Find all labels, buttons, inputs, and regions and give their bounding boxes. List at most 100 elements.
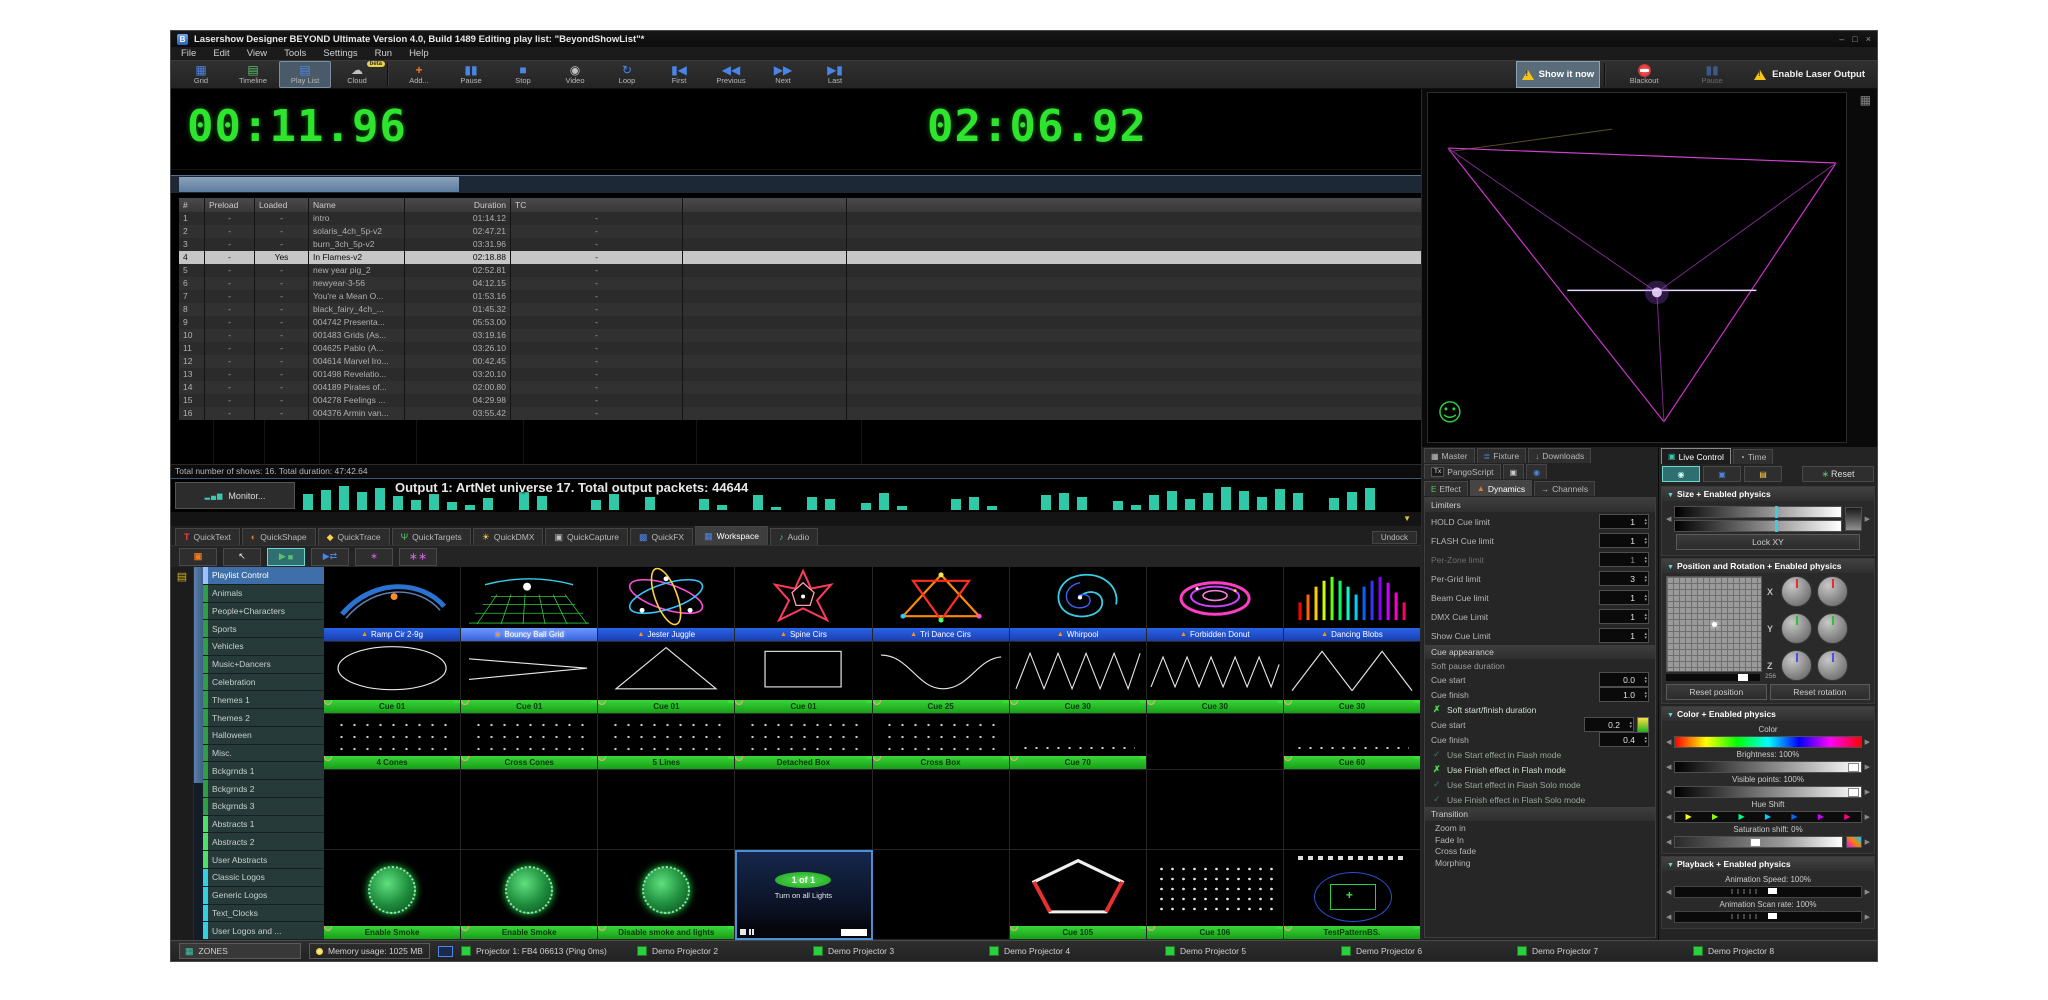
- cue-cell[interactable]: Cue 105: [1010, 850, 1147, 940]
- cue-cell[interactable]: Cue 30: [1284, 642, 1421, 714]
- transition-item[interactable]: Cross fade: [1425, 846, 1655, 858]
- pause-mini-icon[interactable]: [749, 929, 754, 935]
- collapse-arrow-icon[interactable]: ▼: [1403, 515, 1411, 523]
- cue-cell[interactable]: 5 Lines: [598, 714, 735, 770]
- cue-cell[interactable]: Cue 60: [1284, 714, 1421, 770]
- projector-status[interactable]: Demo Projector 8: [1693, 946, 1869, 956]
- quick-tab[interactable]: ◆ QuickTrace: [318, 528, 390, 545]
- limiter-spinner[interactable]: 1 ▴▾: [1599, 628, 1649, 643]
- limiter-spinner[interactable]: 1 ▴▾: [1599, 609, 1649, 624]
- saturation-slider[interactable]: [1674, 836, 1842, 848]
- category-scrollbar[interactable]: [194, 567, 203, 940]
- quick-tab[interactable]: ▣ QuickCapture: [545, 528, 627, 545]
- toolbar-button[interactable]: ↻ Loop: [601, 61, 653, 88]
- cue-cell[interactable]: Enable Smoke: [324, 850, 461, 940]
- transition-item[interactable]: Morphing: [1425, 858, 1655, 870]
- cue-cell[interactable]: 4 Cones: [324, 714, 461, 770]
- category-item[interactable]: Celebration: [203, 674, 324, 692]
- pause-output-button[interactable]: ▮▮ Pause: [1678, 61, 1746, 88]
- toggle-mode-button[interactable]: ▶⇄: [311, 548, 349, 566]
- cue-cell[interactable]: Cue 30: [1147, 642, 1284, 714]
- cue-cell[interactable]: + TestPatternBS.: [1284, 850, 1421, 940]
- category-item[interactable]: Generic Logos: [203, 887, 324, 905]
- lock-xy-button[interactable]: Lock XY: [1676, 534, 1860, 550]
- live-layers-button[interactable]: ▤: [1744, 466, 1782, 482]
- color-slider[interactable]: [1674, 736, 1861, 748]
- playlist-row[interactable]: 8 - - black_fairy_4ch_... 01:45.32 -: [179, 303, 1421, 316]
- cue-cell[interactable]: Enable Smoke: [461, 850, 598, 940]
- tab-live-control[interactable]: ▣ Live Control: [1661, 448, 1731, 464]
- playlist-row[interactable]: 14 - - 004189 Pirates of... 02:00.80 -: [179, 381, 1421, 394]
- playlist-row[interactable]: 6 - - newyear-3-56 04:12.15 -: [179, 277, 1421, 290]
- cue-finish-spinner2[interactable]: 0.4▴▾: [1599, 732, 1649, 747]
- cue-cell[interactable]: Cue 70: [1010, 714, 1147, 770]
- limiter-spinner[interactable]: 1 ▴▾: [1599, 514, 1649, 529]
- cue-cell[interactable]: Cross Box: [873, 714, 1010, 770]
- projector-status[interactable]: Demo Projector 3: [813, 946, 989, 956]
- live-globe-button[interactable]: ◉: [1662, 466, 1700, 482]
- reset-rotation-button[interactable]: Reset rotation: [1770, 684, 1871, 700]
- select-cursor-button[interactable]: ↖: [223, 548, 261, 566]
- flash-mode-checkbox[interactable]: Use Start effect in Flash Solo mode: [1425, 777, 1655, 792]
- cue-cell[interactable]: Cue 30: [1010, 642, 1147, 714]
- category-item[interactable]: Sports: [203, 620, 324, 638]
- category-item[interactable]: Halloween: [203, 727, 324, 745]
- cue-cell[interactable]: Cue 01: [461, 642, 598, 714]
- cue-cell[interactable]: [598, 770, 735, 850]
- category-item[interactable]: Vehicles: [203, 638, 324, 656]
- cue-cell[interactable]: [1010, 770, 1147, 850]
- zones-button[interactable]: ▦ ZONES: [179, 943, 301, 959]
- projector-status[interactable]: Demo Projector 4: [989, 946, 1165, 956]
- category-item[interactable]: Music+Dancers: [203, 656, 324, 674]
- limiter-spinner[interactable]: 1 ▴▾: [1599, 590, 1649, 605]
- category-item[interactable]: Abstracts 1: [203, 816, 324, 834]
- blackout-button[interactable]: Blackout: [1610, 61, 1678, 88]
- cue-cell[interactable]: ▲Forbidden Donut: [1147, 567, 1284, 642]
- monitor-button[interactable]: ▂▄▆ Monitor...: [175, 482, 295, 509]
- cue-cell[interactable]: ▲Spine Cirs: [735, 567, 872, 642]
- spinner-arrows-icon[interactable]: ▴▾: [1644, 515, 1647, 528]
- laser-effect-button[interactable]: ∗: [355, 548, 393, 566]
- enable-laser-output-button[interactable]: Enable Laser Output: [1746, 61, 1873, 88]
- toolbar-button[interactable]: ▶▶ Next: [757, 61, 809, 88]
- quick-tab[interactable]: Ψ QuickTargets: [392, 528, 471, 545]
- category-item[interactable]: User Abstracts: [203, 851, 324, 869]
- play-mode-button[interactable]: ▶■: [267, 548, 305, 566]
- playlist-row[interactable]: 3 - - burn_3ch_5p-v2 03:31.96 -: [179, 238, 1421, 251]
- z-position-knob[interactable]: [1781, 650, 1812, 681]
- spinner-arrows-icon[interactable]: ▴▾: [1644, 553, 1647, 566]
- menu-item[interactable]: Run: [375, 48, 392, 59]
- toolbar-button[interactable]: ▤ Play List: [279, 61, 331, 88]
- hue-shift-slider[interactable]: ▶▶▶ ▶▶▶▶: [1674, 811, 1861, 823]
- quick-tab[interactable]: ▩ QuickFX: [630, 528, 693, 545]
- category-item[interactable]: Bckgrnds 2: [203, 780, 324, 798]
- menu-item[interactable]: Settings: [323, 48, 357, 59]
- spinner-arrows-icon[interactable]: ▴▾: [1644, 591, 1647, 604]
- cue-cell[interactable]: Cue 01: [598, 642, 735, 714]
- toolbar-button[interactable]: ▶▮ Last: [809, 61, 861, 88]
- laser-spider-button[interactable]: ∗∗: [399, 548, 437, 566]
- toolbar-button[interactable]: ▮◀ First: [653, 61, 705, 88]
- progress-track[interactable]: [171, 175, 1421, 193]
- playlist-row[interactable]: 9 - - 004742 Presenta... 05:53.00 -: [179, 316, 1421, 329]
- cue-cell[interactable]: Cue 25: [873, 642, 1010, 714]
- reset-button[interactable]: ∗Reset: [1802, 466, 1874, 482]
- live-window-button[interactable]: ▣: [1703, 466, 1741, 482]
- playlist-row[interactable]: 10 - - 001483 Grids (As... 03:19.16 -: [179, 329, 1421, 342]
- toolbar-button[interactable]: ■ Stop: [497, 61, 549, 88]
- category-item[interactable]: User Logos and ...: [203, 922, 324, 940]
- panel-tab[interactable]: → Channels: [1534, 481, 1595, 496]
- transition-item[interactable]: Fade In: [1425, 835, 1655, 847]
- projector-status[interactable]: Projector 1: FB4 06613 (Ping 0ms): [461, 946, 637, 956]
- minimize-button[interactable]: –: [1839, 34, 1844, 44]
- selected-cue-cell[interactable]: 1 of 1 Turn on all Lights: [735, 850, 872, 940]
- playlist-row[interactable]: 13 - - 001498 Revelatio... 03:20.10 -: [179, 368, 1421, 381]
- playlist-row[interactable]: 5 - - new year pig_2 02:52.81 -: [179, 264, 1421, 277]
- cue-cell[interactable]: [461, 770, 598, 850]
- playlist-row[interactable]: 4 - Yes In Flames-v2 02:18.88 -: [179, 251, 1421, 264]
- tab-time[interactable]: ◔ Time: [1733, 449, 1773, 464]
- quick-tab[interactable]: ♪ Audio: [770, 528, 818, 545]
- reset-position-button[interactable]: Reset position: [1666, 684, 1767, 700]
- category-item[interactable]: Text_Clocks: [203, 905, 324, 923]
- toolbar-button[interactable]: ▤ Timeline: [227, 61, 279, 88]
